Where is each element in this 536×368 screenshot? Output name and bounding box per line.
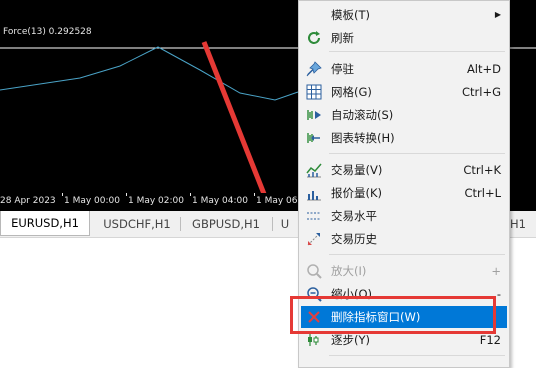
menu-item-label: 交易水平 [331, 209, 377, 223]
refresh-icon [308, 31, 320, 44]
tick-mark [126, 193, 127, 196]
tick-mark [254, 193, 255, 196]
tab-gbpusd[interactable]: GBPUSD,H1 [184, 214, 268, 234]
menu-item-label: 交易历史 [331, 232, 377, 246]
menu-item-shortcut: Ctrl+G [461, 85, 501, 99]
menu-item-trade-history[interactable]: 交易历史 [301, 228, 507, 250]
zoom-in-icon [307, 264, 322, 279]
tick-mark [62, 193, 63, 196]
menu-item-volume[interactable]: 交易量(V) Ctrl+K [301, 159, 507, 181]
tab-separator [272, 217, 273, 231]
menu-item-template[interactable]: 模板(T) ▶ [301, 4, 507, 26]
time-tick: 1 May 04:00 [192, 196, 248, 206]
menu-item-trade-levels[interactable]: 交易水平 [301, 205, 507, 227]
trade-levels-icon [307, 212, 321, 220]
tick-volume-icon [307, 191, 321, 201]
menu-item-shortcut: - [496, 287, 501, 301]
time-tick: 1 May 00:00 [64, 196, 120, 206]
pin-icon [306, 61, 322, 77]
tab-eurusd[interactable]: EURUSD,H1 [0, 211, 90, 236]
grid-icon [306, 84, 322, 100]
autoscroll-icon [307, 110, 321, 120]
chart-shift-icon [307, 133, 320, 143]
tab-usdchf[interactable]: USDCHF,H1 [98, 214, 176, 234]
menu-separator [329, 153, 505, 154]
step-icon [308, 334, 319, 346]
time-tick: 1 May 06 [256, 196, 298, 206]
menu-item-label: 报价量(K) [331, 186, 383, 200]
menu-item-label: 网格(G) [331, 85, 372, 99]
indicator-label: Force(13) 0.292528 [3, 27, 92, 37]
menu-item-label: 放大(I) [331, 264, 367, 278]
time-tick: 28 Apr 2023 [0, 196, 56, 206]
menu-item-shortcut: + [491, 264, 501, 278]
trade-history-icon [307, 232, 321, 246]
annotation-arrow-shaft [201, 41, 267, 193]
menu-item-label: 自动滚动(S) [331, 108, 394, 122]
menu-item-zoom-in[interactable]: 放大(I) + [301, 260, 507, 282]
menu-item-label: 刷新 [331, 31, 354, 45]
submenu-arrow-icon: ▶ [494, 10, 501, 19]
menu-item-grid[interactable]: 网格(G) Ctrl+G [301, 81, 507, 103]
tab-separator [180, 217, 181, 231]
menu-item-label: 模板(T) [331, 8, 370, 22]
tab-partial[interactable]: U [277, 214, 293, 234]
menu-item-label: 交易量(V) [331, 163, 383, 177]
menu-separator [329, 254, 505, 255]
menu-item-shortcut: Ctrl+L [464, 186, 501, 200]
menu-item-label: 图表转换(H) [331, 131, 395, 145]
force-index-line [0, 46, 299, 101]
menu-item-autoscroll[interactable]: 自动滚动(S) [301, 104, 507, 126]
annotation-highlight-box [290, 296, 496, 334]
menu-item-shortcut: Alt+D [466, 62, 501, 76]
menu-item-label: 停驻 [331, 62, 354, 76]
menu-item-refresh[interactable]: 刷新 [301, 27, 507, 49]
menu-item-tick-volume[interactable]: 报价量(K) Ctrl+L [301, 182, 507, 204]
menu-item-chart-shift[interactable]: 图表转换(H) [301, 127, 507, 149]
menu-separator [329, 355, 505, 356]
menu-item-shortcut: Ctrl+K [463, 163, 501, 177]
menu-item-dock[interactable]: 停驻 Alt+D [301, 58, 507, 80]
tick-mark [190, 193, 191, 196]
menu-separator [329, 51, 505, 52]
time-tick: 1 May 02:00 [128, 196, 184, 206]
volume-icon [306, 163, 322, 178]
